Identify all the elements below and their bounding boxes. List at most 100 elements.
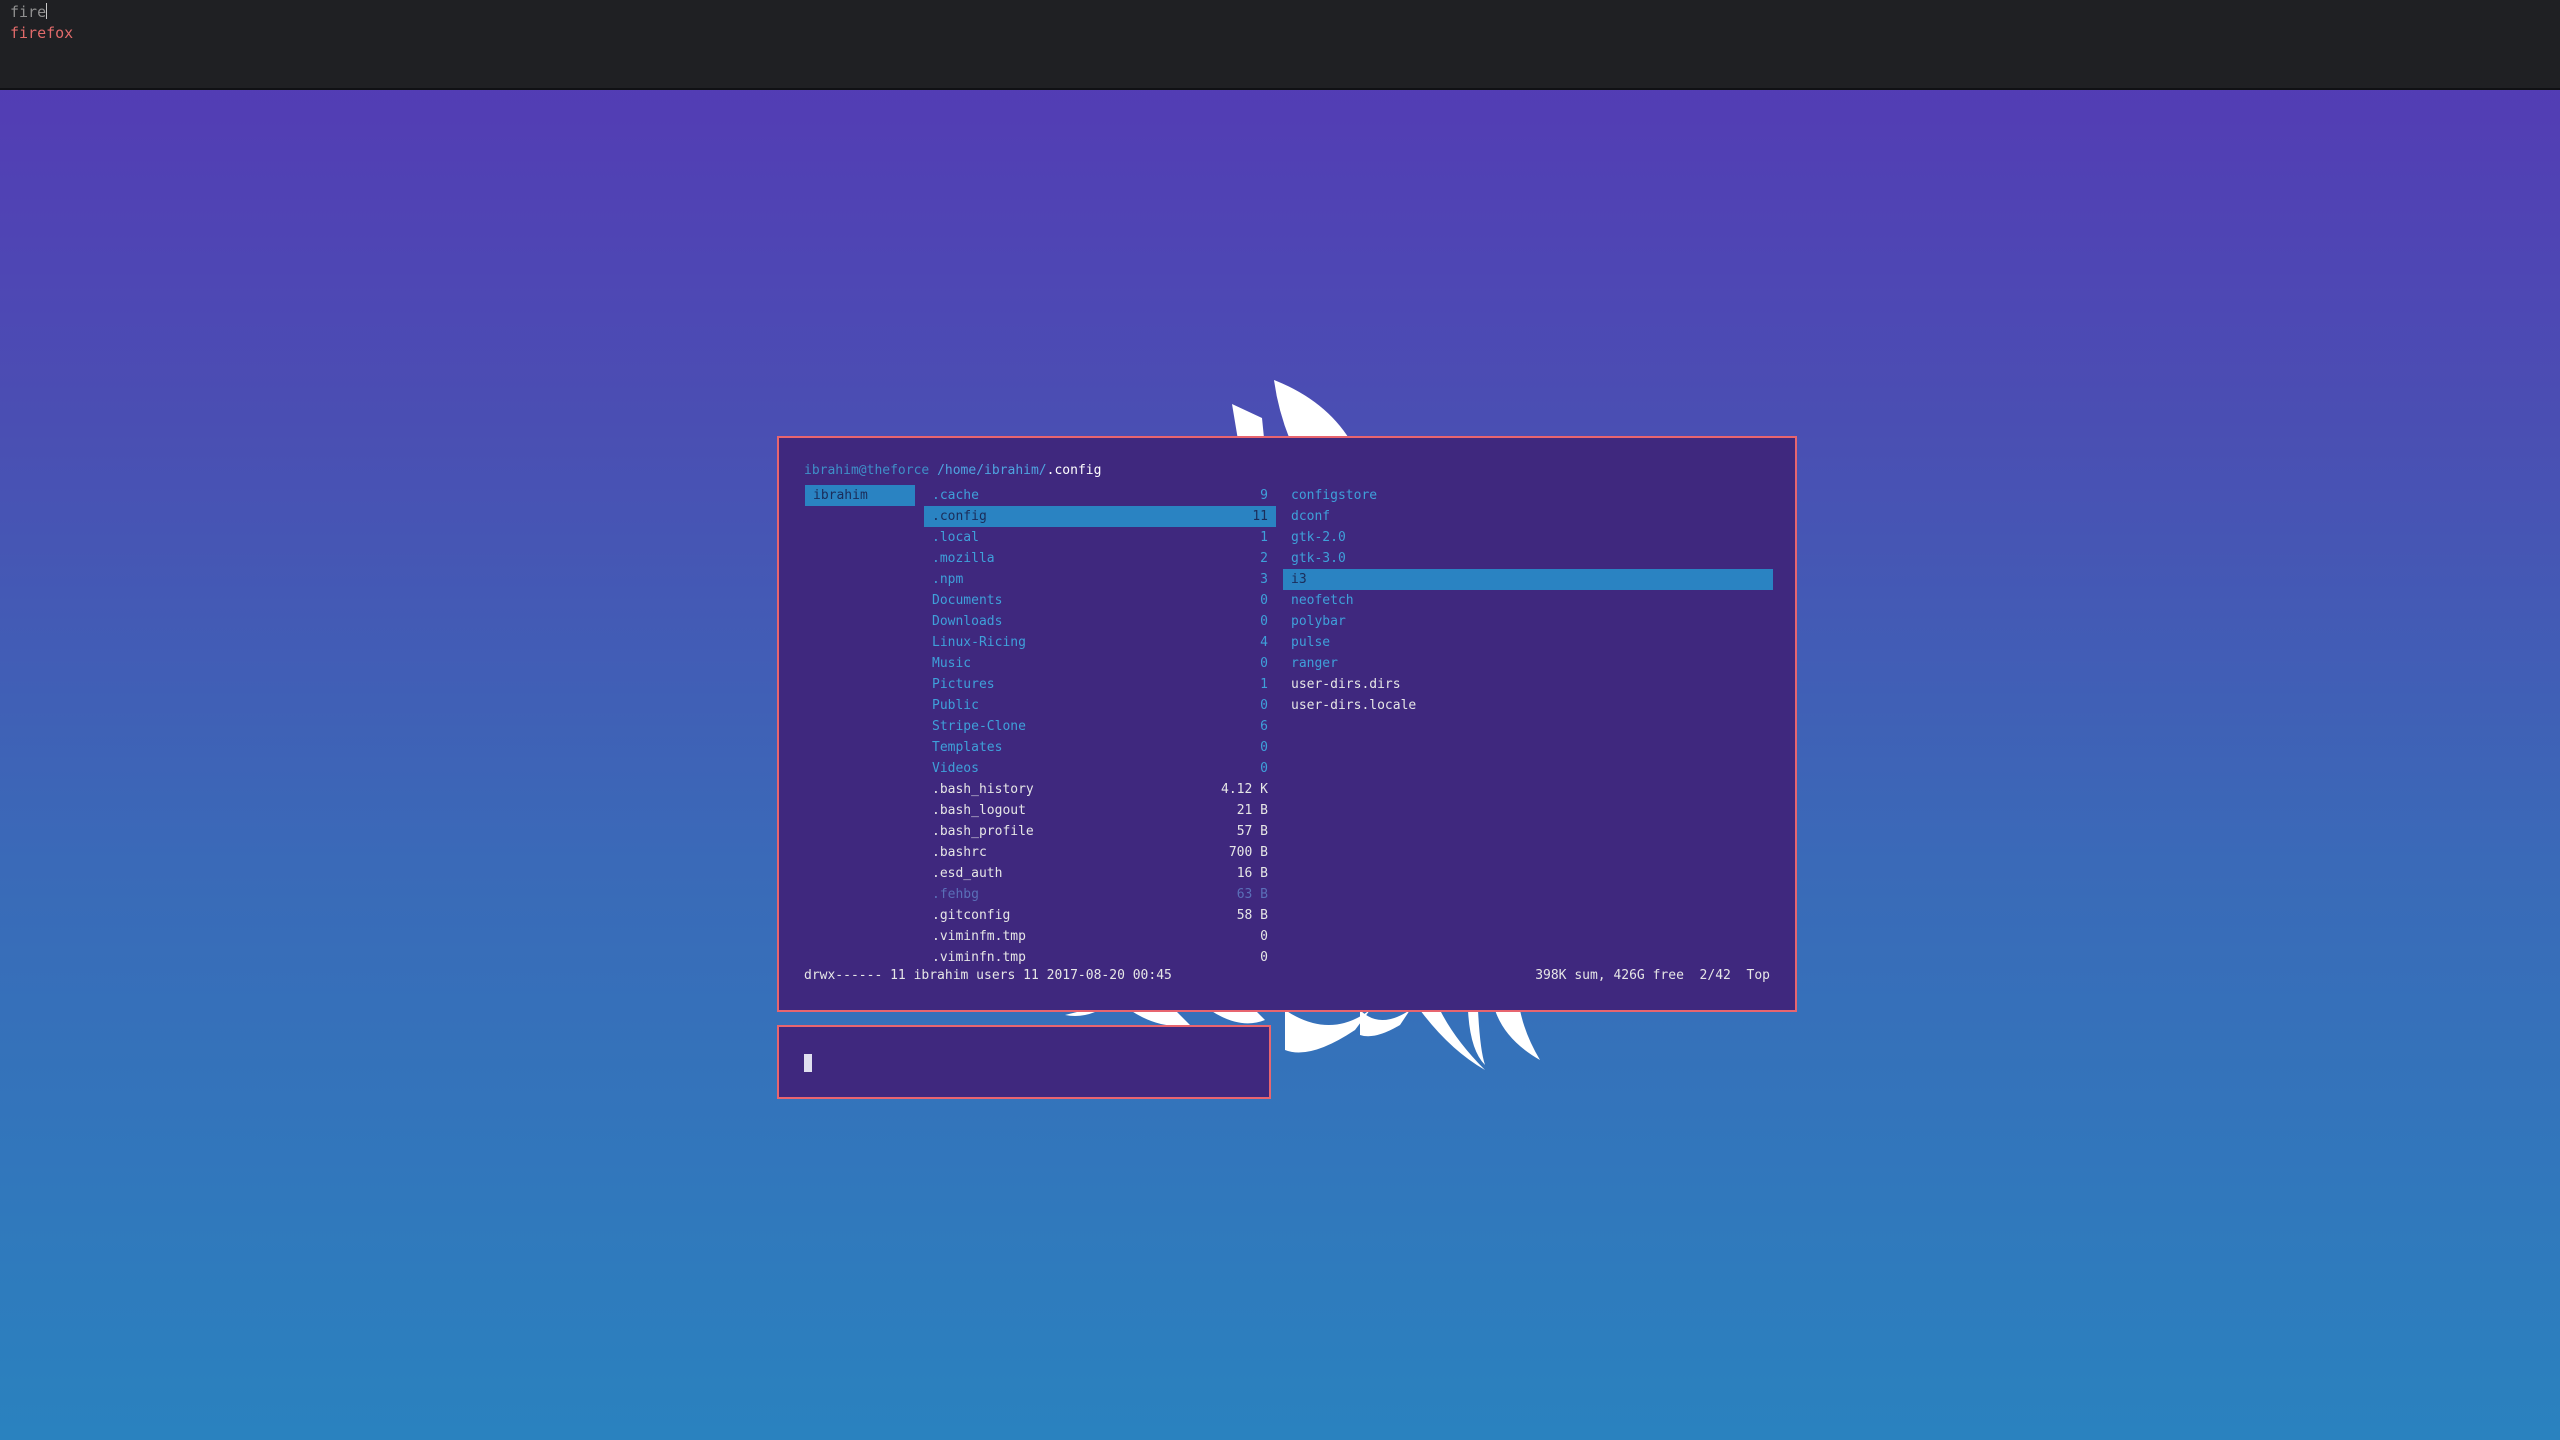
file-entry[interactable]: .mozilla 2 <box>924 548 1276 569</box>
ranger-terminal-window[interactable]: ibrahim@theforce /home/ibrahim/.config i… <box>777 436 1797 1012</box>
file-size: 0 <box>1260 929 1268 944</box>
file-name: configstore <box>1291 488 1378 503</box>
file-name: .config <box>932 509 987 524</box>
file-name: Pictures <box>932 677 995 692</box>
second-terminal-window[interactable] <box>777 1025 1271 1099</box>
file-name: .cache <box>932 488 979 503</box>
file-entry[interactable]: gtk-3.0 <box>1283 548 1773 569</box>
file-name: .bash_history <box>932 782 1034 797</box>
main-column: .cache 9 .config 11 .local 1 .mozilla 2 .npm 3 Doc… <box>924 485 1276 968</box>
file-size: 0 <box>1260 656 1268 671</box>
file-entry[interactable]: .cache 9 <box>924 485 1276 506</box>
file-size: 0 <box>1260 593 1268 608</box>
launcher-result-item[interactable]: firefox <box>10 24 73 42</box>
file-name: ranger <box>1291 656 1338 671</box>
file-entry[interactable]: Public 0 <box>924 695 1276 716</box>
file-name: neofetch <box>1291 593 1354 608</box>
file-name: Music <box>932 656 972 671</box>
file-size: 0 <box>1260 950 1268 965</box>
file-entry[interactable]: .viminfn.tmp 0 <box>924 947 1276 968</box>
file-name: ibrahim <box>813 488 868 503</box>
file-size: 1 <box>1260 677 1268 692</box>
file-size: 58 B <box>1236 908 1268 923</box>
file-entry[interactable]: .bash_profile 57 B <box>924 821 1276 842</box>
file-entry[interactable]: Downloads 0 <box>924 611 1276 632</box>
file-entry[interactable]: Stripe-Clone 6 <box>924 716 1276 737</box>
file-entry[interactable]: Pictures 1 <box>924 674 1276 695</box>
file-size: 0 <box>1260 614 1268 629</box>
file-size: 1 <box>1260 530 1268 545</box>
file-name: Public <box>932 698 979 713</box>
file-size: 11 <box>1252 509 1268 524</box>
status-disk-info: 398K sum, 426G free 2/42 Top <box>1535 968 1770 983</box>
file-entry[interactable]: .config 11 <box>924 506 1276 527</box>
file-entry[interactable]: pulse <box>1283 632 1773 653</box>
file-size: 4 <box>1260 635 1268 650</box>
file-entry[interactable]: ranger <box>1283 653 1773 674</box>
preview-column: configstore dconf gtk-2.0 gtk-3.0 i3 neofetch… <box>1283 485 1773 716</box>
file-entry[interactable]: Documents 0 <box>924 590 1276 611</box>
file-entry[interactable]: gtk-2.0 <box>1283 527 1773 548</box>
file-entry[interactable]: .viminfm.tmp 0 <box>924 926 1276 947</box>
file-entry[interactable]: Templates 0 <box>924 737 1276 758</box>
file-name: .viminfm.tmp <box>932 929 1026 944</box>
file-size: 16 B <box>1236 866 1268 881</box>
file-name: gtk-3.0 <box>1291 551 1346 566</box>
file-size: 2 <box>1260 551 1268 566</box>
file-name: .bash_logout <box>932 803 1026 818</box>
file-name: pulse <box>1291 635 1331 650</box>
file-name: .mozilla <box>932 551 995 566</box>
file-name: Documents <box>932 593 1003 608</box>
file-name: user-dirs.dirs <box>1291 677 1401 692</box>
current-path: /home/ibrahim/ <box>937 463 1047 478</box>
file-entry[interactable]: configstore <box>1283 485 1773 506</box>
file-size: 0 <box>1260 761 1268 776</box>
file-entry[interactable]: .bash_logout 21 B <box>924 800 1276 821</box>
file-entry[interactable]: Videos 0 <box>924 758 1276 779</box>
file-entry[interactable]: dconf <box>1283 506 1773 527</box>
app-launcher-bar: fire firefox <box>0 0 2560 90</box>
file-entry[interactable]: user-dirs.dirs <box>1283 674 1773 695</box>
launcher-query[interactable]: fire <box>10 3 48 21</box>
file-size: 3 <box>1260 572 1268 587</box>
file-size: 57 B <box>1236 824 1268 839</box>
block-cursor <box>804 1054 812 1072</box>
file-name: Stripe-Clone <box>932 719 1026 734</box>
file-size: 0 <box>1260 698 1268 713</box>
file-entry[interactable]: ibrahim <box>805 485 915 506</box>
file-name: dconf <box>1291 509 1331 524</box>
current-dir: .config <box>1046 463 1102 478</box>
file-entry[interactable]: neofetch <box>1283 590 1773 611</box>
file-entry[interactable]: Music 0 <box>924 653 1276 674</box>
file-name: .npm <box>932 572 964 587</box>
file-entry[interactable]: .local 1 <box>924 527 1276 548</box>
file-name: polybar <box>1291 614 1346 629</box>
file-entry[interactable]: .fehbg 63 B <box>924 884 1276 905</box>
file-name: user-dirs.locale <box>1291 698 1417 713</box>
file-entry[interactable]: .bash_history 4.12 K <box>924 779 1276 800</box>
file-size: 21 B <box>1236 803 1268 818</box>
status-file-info: drwx------ 11 ibrahim users 11 2017-08-2… <box>804 968 1172 983</box>
file-entry[interactable]: Linux-Ricing 4 <box>924 632 1276 653</box>
file-entry[interactable]: .bashrc 700 B <box>924 842 1276 863</box>
file-entry[interactable]: user-dirs.locale <box>1283 695 1773 716</box>
file-name: .bashrc <box>932 845 987 860</box>
file-size: 0 <box>1260 740 1268 755</box>
file-size: 6 <box>1260 719 1268 734</box>
file-name: .local <box>932 530 979 545</box>
file-entry[interactable]: .esd_auth 16 B <box>924 863 1276 884</box>
file-name: .viminfn.tmp <box>932 950 1026 965</box>
file-entry[interactable]: i3 <box>1283 569 1773 590</box>
file-entry[interactable]: .npm 3 <box>924 569 1276 590</box>
file-name: Videos <box>932 761 979 776</box>
user-host: ibrahim@theforce <box>804 463 930 478</box>
file-size: 700 B <box>1228 845 1268 860</box>
file-size: 63 B <box>1236 887 1268 902</box>
file-entry[interactable]: .gitconfig 58 B <box>924 905 1276 926</box>
file-name: .esd_auth <box>932 866 1003 881</box>
file-name: Downloads <box>932 614 1003 629</box>
file-name: Templates <box>932 740 1003 755</box>
file-entry[interactable]: polybar <box>1283 611 1773 632</box>
text-cursor <box>46 3 48 19</box>
file-name: i3 <box>1291 572 1307 587</box>
